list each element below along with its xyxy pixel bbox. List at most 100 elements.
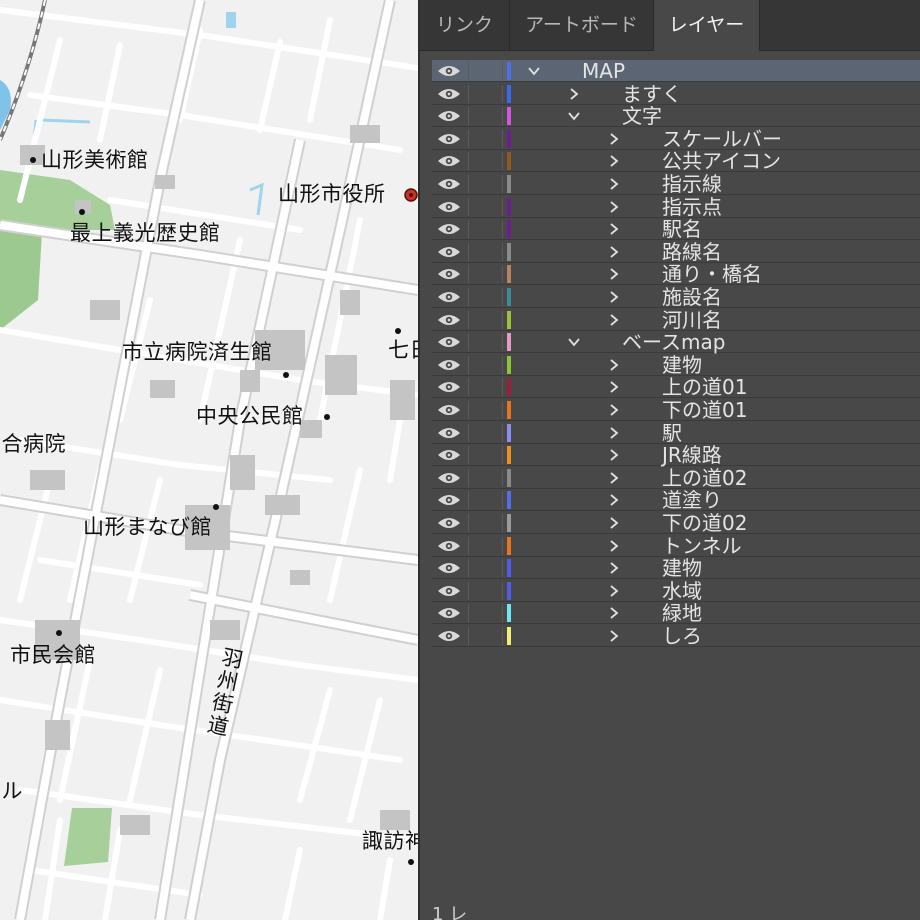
layer-name: 指示線 [662,172,722,196]
eye-icon[interactable] [436,448,462,462]
layer-row[interactable]: 駅名 [432,218,920,241]
eye-icon[interactable] [436,267,462,281]
layer-row[interactable]: 道塗り [432,489,920,512]
map-canvas[interactable]: 山形美術館 山形市役所 最上義光歴史館 市立病院済生館 七日 中央公民館 総合病… [0,0,418,920]
layer-row[interactable]: 路線名 [432,241,920,263]
eye-icon[interactable] [436,426,462,440]
chevron-right-icon[interactable] [607,290,621,304]
chevron-right-icon[interactable] [607,177,621,191]
chevron-right-icon[interactable] [607,539,621,553]
column-divider [468,514,469,532]
layer-row[interactable]: 指示点 [432,196,920,218]
layer-color-swatch [507,401,511,419]
eye-icon[interactable] [436,516,462,530]
chevron-right-icon[interactable] [607,584,621,598]
layer-row[interactable]: 緑地 [432,601,920,626]
layer-name: 緑地 [662,601,702,626]
eye-icon[interactable] [436,493,462,507]
layer-row[interactable]: 通り・橋名 [432,263,920,286]
layer-name: 文字 [622,104,662,129]
eye-icon[interactable] [436,471,462,485]
layer-row[interactable]: ますく [432,83,920,105]
chevron-down-icon[interactable] [527,64,541,78]
map-label-suwa-shrine: 諏訪神 [362,829,418,853]
chevron-right-icon[interactable] [607,313,621,327]
layer-row[interactable]: ベースmap [432,331,920,354]
column-divider [468,62,469,80]
chevron-right-icon[interactable] [607,267,621,281]
eye-icon[interactable] [436,290,462,304]
chevron-right-icon[interactable] [607,516,621,530]
chevron-right-icon[interactable] [607,154,621,168]
layer-row[interactable]: 上の道01 [432,376,920,399]
chevron-right-icon[interactable] [607,380,621,394]
chevron-right-icon[interactable] [607,222,621,236]
eye-icon[interactable] [436,87,462,101]
layer-row[interactable]: 建物 [432,354,920,376]
eye-icon[interactable] [436,132,462,146]
eye-icon[interactable] [436,403,462,417]
layer-row[interactable]: しろ [432,625,920,647]
eye-icon[interactable] [436,109,462,123]
chevron-right-icon[interactable] [607,403,621,417]
layer-color-swatch [507,84,511,103]
panel-tabs: リンク アートボード レイヤー [420,0,920,51]
chevron-right-icon[interactable] [607,629,621,643]
chevron-right-icon[interactable] [607,132,621,146]
eye-icon[interactable] [436,539,462,553]
chevron-right-icon[interactable] [607,358,621,372]
layer-row[interactable]: 下の道01 [432,399,920,421]
column-divider [502,604,503,623]
chevron-right-icon[interactable] [607,471,621,485]
chevron-right-icon[interactable] [607,200,621,214]
column-divider [502,288,503,306]
chevron-down-icon[interactable] [567,109,581,123]
eye-icon[interactable] [436,200,462,214]
column-divider [502,242,503,261]
eye-icon[interactable] [436,380,462,394]
layer-row[interactable]: 駅 [432,422,920,444]
eye-icon[interactable] [436,561,462,575]
eye-icon[interactable] [436,584,462,598]
eye-icon[interactable] [436,313,462,327]
chevron-right-icon[interactable] [607,561,621,575]
layer-row[interactable]: トンネル [432,535,920,557]
chevron-right-icon[interactable] [567,87,581,101]
layer-row[interactable]: 上の道02 [432,467,920,489]
tab-artboards[interactable]: アートボード [510,0,654,50]
layer-row[interactable]: 公共アイコン [432,150,920,173]
map-label-nanokamachi: 七日 [388,338,418,362]
layer-row[interactable]: MAP [432,60,920,82]
eye-icon[interactable] [436,629,462,643]
eye-icon[interactable] [436,358,462,372]
chevron-down-icon[interactable] [567,335,581,349]
eye-icon[interactable] [436,606,462,620]
chevron-right-icon[interactable] [607,493,621,507]
eye-icon[interactable] [436,245,462,259]
layer-color-swatch [507,491,511,510]
tab-links[interactable]: リンク [420,0,510,50]
chevron-right-icon[interactable] [607,448,621,462]
layer-row[interactable]: スケールバー [432,128,920,150]
chevron-right-icon[interactable] [607,426,621,440]
eye-icon[interactable] [436,222,462,236]
eye-icon[interactable] [436,335,462,349]
column-divider [502,220,503,239]
layer-row[interactable]: JR線路 [432,444,920,467]
layer-row[interactable]: 指示線 [432,173,920,195]
chevron-right-icon[interactable] [607,606,621,620]
layer-row[interactable]: 河川名 [432,309,920,331]
tab-layers[interactable]: レイヤー [654,0,760,51]
column-divider [502,627,503,645]
layer-row[interactable]: 施設名 [432,286,920,308]
layer-row[interactable]: 水域 [432,580,920,602]
layer-row[interactable]: 文字 [432,104,920,129]
chevron-right-icon[interactable] [607,245,621,259]
map-base [0,0,418,920]
eye-icon[interactable] [436,154,462,168]
layer-row[interactable]: 建物 [432,557,920,580]
layer-row[interactable]: 下の道02 [432,512,920,534]
eye-icon[interactable] [436,177,462,191]
eye-icon[interactable] [436,64,462,78]
layer-color-swatch [507,129,511,148]
